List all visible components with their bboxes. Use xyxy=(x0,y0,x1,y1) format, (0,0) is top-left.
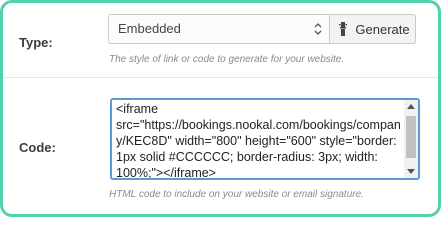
code-scrollbar[interactable] xyxy=(404,100,418,178)
code-textarea-wrapper: <iframe src="https://bookings.nookal.com… xyxy=(110,98,420,180)
type-select[interactable]: Embedded xyxy=(108,14,330,44)
type-help-text: The style of link or code to generate fo… xyxy=(109,54,345,65)
type-label: Type: xyxy=(19,35,53,50)
generate-button-label: Generate xyxy=(355,21,410,37)
code-textarea[interactable]: <iframe src="https://bookings.nookal.com… xyxy=(112,100,404,178)
generate-button[interactable]: Generate xyxy=(330,14,416,44)
code-help-text: HTML code to include on your website or … xyxy=(109,189,364,200)
code-label: Code: xyxy=(19,140,56,155)
embed-code-panel: Type: Embedded Generate The style of lin… xyxy=(0,0,441,217)
row-divider xyxy=(3,77,438,78)
scroll-up-icon[interactable] xyxy=(407,104,415,109)
type-select-value: Embedded xyxy=(118,21,181,36)
scroll-down-icon[interactable] xyxy=(407,169,415,174)
select-updown-icon xyxy=(314,23,322,35)
magic-wand-icon xyxy=(339,22,348,36)
scroll-thumb[interactable] xyxy=(406,116,416,158)
